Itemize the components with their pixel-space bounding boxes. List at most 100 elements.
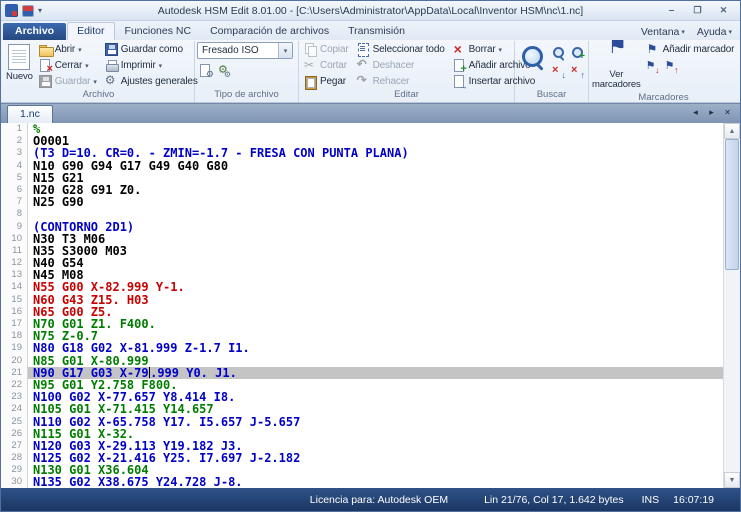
- scrollbar-thumb[interactable]: [725, 139, 739, 270]
- menu-ayuda[interactable]: Ayuda: [697, 26, 732, 38]
- code-line-17[interactable]: 17 N70 G01 Z1. F400.: [1, 318, 723, 330]
- select-all-button[interactable]: Seleccionar todo: [354, 42, 448, 57]
- scroll-tabs-left-button[interactable]: [689, 106, 702, 119]
- add-file-icon: [453, 59, 467, 75]
- previous-bookmark-button[interactable]: [663, 58, 680, 75]
- code-line-30[interactable]: 30 N135 G02 X38.675 Y24.728 J-8.: [1, 476, 723, 488]
- right-menu-area: Ventana Ayuda: [641, 26, 738, 40]
- undo-button[interactable]: Deshacer: [354, 57, 448, 73]
- redo-button[interactable]: Rehacer: [354, 73, 448, 89]
- code-line-11[interactable]: 11 N35 S3000 M03: [1, 245, 723, 257]
- insert-mode-indicator[interactable]: INS: [642, 494, 660, 506]
- find-in-files-button[interactable]: [569, 44, 586, 62]
- scrollbar-track[interactable]: [724, 139, 740, 472]
- tab-transmision[interactable]: Transmisión: [339, 23, 414, 40]
- general-settings-button[interactable]: Ajustes generales: [102, 74, 201, 89]
- document-tab-1nc[interactable]: 1.nc: [7, 105, 53, 123]
- code-line-25[interactable]: 25 N110 G02 X-65.758 Y17. I5.657 J-5.657: [1, 415, 723, 428]
- tab-funciones-nc[interactable]: Funciones NC: [116, 23, 201, 40]
- line-number: 14: [1, 281, 28, 294]
- code-line-14[interactable]: 14 N55 G00 X-82.999 Y-1.: [1, 280, 723, 295]
- scroll-tabs-right-button[interactable]: [705, 106, 718, 119]
- code-text: (T3 D=10. CR=0. - ZMIN=-1.7 - FRESA CON …: [33, 146, 409, 161]
- code-line-3[interactable]: 3 (T3 D=10. CR=0. - ZMIN=-1.7 - FRESA CON…: [1, 146, 723, 161]
- code-text: N35 S3000 M03: [33, 243, 127, 258]
- code-line-20[interactable]: 20 N85 G01 X-80.999: [1, 354, 723, 367]
- file-type-options-button[interactable]: [216, 62, 233, 79]
- general-settings-label: Ajustes generales: [120, 76, 198, 87]
- tab-editor[interactable]: Editor: [67, 22, 115, 40]
- scroll-down-button[interactable]: [724, 472, 740, 488]
- search-icon: [520, 44, 546, 70]
- print-button[interactable]: Imprimir: [102, 58, 201, 73]
- open-folder-icon: [38, 43, 54, 57]
- code-line-4[interactable]: 4 N10 G90 G94 G17 G49 G40 G80: [1, 158, 723, 173]
- save-icon: [38, 75, 52, 88]
- code-text: N30 T3 M06: [33, 231, 106, 246]
- close-button[interactable]: [711, 3, 736, 18]
- code-text: N55 G00 X-82.999 Y-1.: [33, 280, 185, 295]
- code-line-7[interactable]: 7 N25 G90: [1, 196, 723, 208]
- open-label: Abrir: [54, 44, 76, 55]
- minimize-button[interactable]: [659, 3, 684, 18]
- tab-archivo[interactable]: Archivo: [3, 23, 67, 40]
- undo-icon: [357, 57, 370, 72]
- copy-icon: [304, 43, 317, 57]
- paste-icon: [304, 75, 317, 90]
- cut-button[interactable]: Cortar: [301, 58, 352, 73]
- line-number: 24: [1, 403, 28, 416]
- dropdown-button[interactable]: [278, 43, 292, 58]
- quick-access-toolbar: [5, 4, 42, 17]
- menu-ventana[interactable]: Ventana: [641, 26, 685, 38]
- line-number: 18: [1, 330, 28, 343]
- add-bookmark-button[interactable]: Añadir marcador: [644, 42, 738, 57]
- copy-label: Copiar: [320, 44, 349, 55]
- find-next-button[interactable]: [550, 63, 567, 80]
- title-bar: Autodesk HSM Edit 8.01.00 - [C:\Users\Ad…: [1, 1, 740, 21]
- view-bookmarks-button[interactable]: Ver marcadores: [591, 41, 642, 92]
- code-line-24[interactable]: 24 N105 G01 X-71.415 Y14.657: [1, 403, 723, 416]
- code-line-19[interactable]: 19 N80 G18 G02 X-81.999 Z-1.7 I1.: [1, 342, 723, 355]
- paste-button[interactable]: Pegar: [301, 74, 352, 90]
- delete-icon: [453, 41, 466, 57]
- edit-file-type-button[interactable]: [197, 62, 214, 80]
- open-button[interactable]: Abrir: [36, 42, 100, 57]
- new-button[interactable]: Nuevo: [5, 42, 34, 89]
- file-type-settings-icon: [199, 64, 214, 80]
- maximize-button[interactable]: [685, 3, 710, 18]
- code-line-15[interactable]: 15 N60 G43 Z15. H03: [1, 293, 723, 306]
- find-previous-button[interactable]: [569, 63, 586, 80]
- app-icon[interactable]: [5, 4, 18, 17]
- code-text: N20 G28 G91 Z0.: [33, 182, 142, 197]
- file-type-dropdown[interactable]: Fresado ISO: [197, 42, 293, 59]
- code-line-6[interactable]: 6 N20 G28 G91 Z0.: [1, 184, 723, 196]
- code-line-12[interactable]: 12 N40 G54: [1, 257, 723, 269]
- line-number: 1: [1, 123, 28, 136]
- code-text: N10 G90 G94 G17 G49 G40 G80: [33, 158, 229, 173]
- insert-file-icon: [453, 75, 468, 91]
- code-line-9[interactable]: 9 (CONTORNO 2D1): [1, 220, 723, 233]
- line-number: 4: [1, 159, 28, 172]
- save-button[interactable]: Guardar: [36, 74, 100, 89]
- next-bookmark-button[interactable]: [644, 58, 661, 75]
- hsm-logo-icon[interactable]: [22, 4, 34, 17]
- group-label-marcadores: Marcadores: [638, 92, 689, 103]
- close-document-button[interactable]: [721, 106, 734, 119]
- customize-toolbar-caret-icon[interactable]: [38, 6, 42, 15]
- redo-icon: [357, 73, 370, 88]
- vertical-scrollbar[interactable]: [723, 123, 740, 488]
- find-options-button[interactable]: [550, 44, 567, 61]
- code-line-8[interactable]: 8: [1, 208, 723, 221]
- code-editor[interactable]: 1% 2 O0001 3 (T3 D=10. CR=0. - ZMIN=-1.7 - F…: [1, 123, 740, 488]
- code-line-1[interactable]: 1%: [1, 123, 723, 135]
- code-area[interactable]: 1% 2 O0001 3 (T3 D=10. CR=0. - ZMIN=-1.7 - F…: [1, 123, 723, 488]
- tab-comparacion-archivos[interactable]: Comparación de archivos: [201, 23, 338, 40]
- copy-button[interactable]: Copiar: [301, 42, 352, 57]
- close-file-button[interactable]: Cerrar: [36, 58, 100, 75]
- find-button[interactable]: [517, 42, 548, 89]
- ribbon-tab-row: Archivo Editor Funciones NC Comparación …: [1, 21, 740, 40]
- scroll-up-button[interactable]: [724, 123, 740, 139]
- ribbon-group-archivo: Nuevo Abrir Cerrar Guardar: [3, 41, 198, 102]
- gear-icon: [105, 74, 118, 88]
- save-as-button[interactable]: Guardar como: [102, 42, 201, 57]
